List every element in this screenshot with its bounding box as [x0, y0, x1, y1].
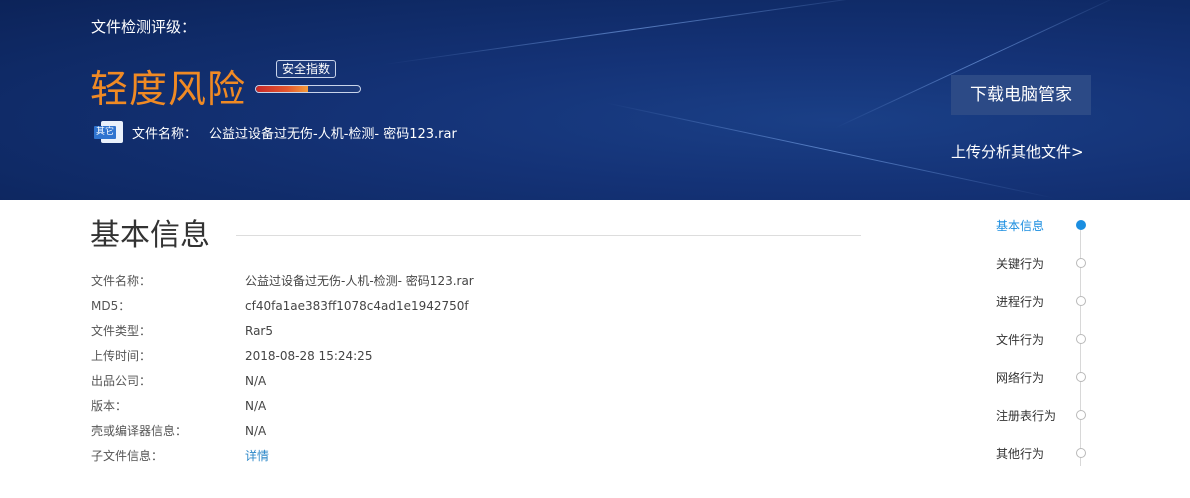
file-type-badge: 其它 — [94, 126, 116, 139]
upload-other-file-link[interactable]: 上传分析其他文件> — [951, 141, 1084, 162]
info-value: 公益过设备过无伤-人机-检测- 密码123.rar — [245, 274, 474, 288]
side-nav-item-network-behavior[interactable]: 网络行为 — [960, 367, 1100, 387]
download-pc-manager-button[interactable]: 下载电脑管家 — [951, 75, 1091, 115]
file-name-label: 文件名称： — [132, 126, 198, 142]
rating-label: 文件检测评级： — [91, 18, 197, 36]
side-nav-label: 其他行为 — [996, 446, 1045, 461]
side-nav-label: 基本信息 — [996, 218, 1045, 233]
section-title-basic-info: 基本信息 — [90, 218, 210, 253]
safety-index-label: 安全指数 — [276, 60, 337, 78]
info-value: Rar5 — [245, 323, 273, 338]
side-nav-item-file-behavior[interactable]: 文件行为 — [960, 329, 1100, 349]
info-row-file-type: 文件类型： Rar5 — [91, 318, 474, 343]
info-key: 上传时间： — [91, 349, 152, 363]
file-type-icon: 其它 — [92, 121, 124, 143]
header-banner: 文件检测评级： 轻度风险 安全指数 其它 文件名称： 公益过设备过无伤-人机-检… — [0, 0, 1190, 200]
info-row-version: 版本： N/A — [91, 393, 474, 418]
side-nav-dot — [1076, 448, 1086, 458]
info-row-packer: 壳或编译器信息： N/A — [91, 418, 474, 443]
info-key: MD5： — [91, 299, 131, 313]
info-key: 文件名称： — [91, 274, 152, 288]
info-value: N/A — [245, 423, 267, 438]
info-key: 子文件信息： — [91, 449, 164, 463]
info-row-file-name: 文件名称： 公益过设备过无伤-人机-检测- 密码123.rar — [91, 268, 474, 293]
info-row-md5: MD5： cf40fa1ae383ff1078c4ad1e1942750f — [91, 293, 474, 318]
side-nav-dot — [1076, 410, 1086, 420]
info-value: 2018-08-28 15:24:25 — [245, 348, 373, 363]
side-nav-label: 文件行为 — [996, 332, 1045, 347]
section-side-nav: 基本信息 关键行为 进程行为 文件行为 网络行为 注册表行为 其他行为 — [960, 210, 1100, 470]
side-nav-dot — [1076, 296, 1086, 306]
info-key: 版本： — [91, 399, 128, 413]
side-nav-item-other-behavior[interactable]: 其他行为 — [960, 443, 1100, 463]
side-nav-dot — [1076, 372, 1086, 382]
risk-level: 轻度风险 — [90, 67, 247, 111]
side-nav-dot — [1076, 258, 1086, 268]
info-key: 文件类型： — [91, 324, 152, 338]
info-value: N/A — [245, 373, 267, 388]
side-nav-item-basic-info[interactable]: 基本信息 — [960, 215, 1100, 235]
info-key: 壳或编译器信息： — [91, 424, 188, 438]
info-row-subfiles: 子文件信息： 详情 — [91, 443, 474, 468]
side-nav-item-registry-behavior[interactable]: 注册表行为 — [960, 405, 1100, 425]
info-row-upload-time: 上传时间： 2018-08-28 15:24:25 — [91, 343, 474, 368]
basic-info-table: 文件名称： 公益过设备过无伤-人机-检测- 密码123.rar MD5： cf4… — [91, 268, 474, 468]
info-key: 出品公司： — [91, 374, 152, 388]
side-nav-label: 网络行为 — [996, 370, 1045, 385]
file-name-value: 公益过设备过无伤-人机-检测- 密码123.rar — [209, 126, 457, 142]
side-nav-label: 注册表行为 — [996, 408, 1057, 423]
side-nav-dot — [1076, 220, 1086, 230]
subfile-details-link[interactable]: 详情 — [245, 447, 269, 464]
side-nav-item-process-behavior[interactable]: 进程行为 — [960, 291, 1100, 311]
side-nav-dot — [1076, 334, 1086, 344]
section-divider — [236, 235, 861, 236]
side-nav-item-key-behavior[interactable]: 关键行为 — [960, 253, 1100, 273]
safety-index-bar — [255, 85, 361, 93]
info-value: N/A — [245, 398, 267, 413]
file-name-row: 其它 文件名称： 公益过设备过无伤-人机-检测- 密码123.rar — [92, 121, 457, 143]
safety-index-fill — [256, 86, 308, 92]
info-value: cf40fa1ae383ff1078c4ad1e1942750f — [245, 298, 469, 313]
banner-light-streak — [382, 0, 898, 66]
side-nav-label: 关键行为 — [996, 256, 1045, 271]
info-row-publisher: 出品公司： N/A — [91, 368, 474, 393]
side-nav-label: 进程行为 — [996, 294, 1045, 309]
